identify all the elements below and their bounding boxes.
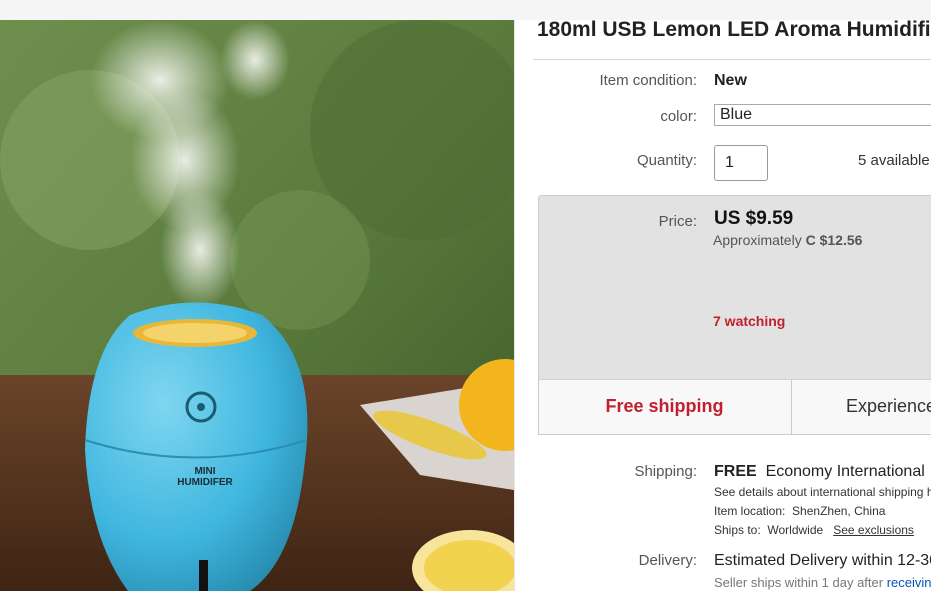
shipping-method: Economy International [765, 463, 925, 480]
delivery-label: Delivery: [638, 552, 697, 569]
title-divider [533, 59, 931, 60]
watching-count[interactable]: 7 watching [713, 313, 785, 329]
free-shipping-badge: Free shipping [605, 396, 724, 416]
ships-to: Ships to: Worldwide See exclusions [714, 523, 914, 537]
delivery-estimate: Estimated Delivery within 12-30 [714, 552, 931, 569]
quantity-input[interactable]: 1 [714, 145, 768, 181]
experience-badge: Experience [846, 396, 931, 416]
handling-prefix: Seller ships within 1 day after [714, 575, 884, 590]
item-location-label: Item location: [714, 504, 786, 518]
item-location: Item location: ShenZhen, China [714, 504, 885, 518]
shipping-free: FREE [714, 463, 757, 480]
exclusions-link[interactable]: See exclusions [833, 523, 914, 537]
approx-price: Approximately C $12.56 [713, 232, 862, 248]
top-bar [0, 0, 931, 20]
shipping-label: Shipping: [634, 463, 697, 480]
shipping-value: FREE Economy International [714, 463, 925, 481]
product-label-line2: HUMIDIFER [177, 477, 233, 488]
product-label-line1: MINI [194, 466, 215, 477]
condition-value: New [714, 72, 747, 89]
quantity-value: 1 [725, 154, 734, 171]
ships-to-value: Worldwide [767, 523, 824, 537]
price-value: US $9.59 [714, 208, 794, 229]
available-count: 5 available [858, 152, 930, 169]
ships-to-label: Ships to: [714, 523, 761, 537]
product-image[interactable]: MINI HUMIDIFER [0, 20, 515, 591]
handling-link[interactable]: receiving [887, 575, 931, 590]
color-label: color: [660, 108, 697, 125]
item-location-value: ShenZhen, China [792, 504, 886, 518]
approx-prefix: Approximately [713, 232, 802, 248]
price-label: Price: [658, 213, 697, 230]
badge-divider [791, 379, 792, 435]
color-select[interactable]: Blue [714, 104, 931, 126]
color-selected-value: Blue [720, 106, 753, 123]
condition-label: Item condition: [599, 72, 697, 89]
shipping-details-link[interactable]: See details about international shipping… [714, 485, 931, 499]
quantity-label: Quantity: [636, 152, 697, 169]
listing-title: 180ml USB Lemon LED Aroma Humidifier [537, 18, 931, 41]
handling-time: Seller ships within 1 day after receivin… [714, 575, 931, 590]
approx-value: C $12.56 [805, 232, 863, 248]
